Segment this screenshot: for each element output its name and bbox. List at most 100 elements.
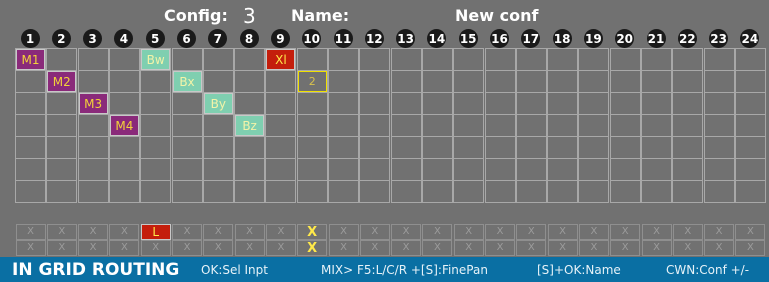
grid-cell[interactable] <box>390 136 422 159</box>
grid-cell[interactable] <box>265 180 297 203</box>
grid-cell[interactable] <box>296 136 328 159</box>
grid-cell[interactable] <box>390 92 422 115</box>
grid-cell[interactable] <box>77 158 109 181</box>
input-row-1-l-cell[interactable]: L <box>140 224 171 240</box>
input-row-2-cell[interactable]: X <box>265 240 296 256</box>
grid-cell[interactable] <box>359 136 391 159</box>
grid-cell[interactable] <box>202 70 234 93</box>
grid-cell[interactable] <box>609 92 641 115</box>
grid-cell[interactable] <box>515 180 547 203</box>
route-tag-bx[interactable]: Bx <box>172 71 202 92</box>
grid-cell[interactable] <box>547 70 579 93</box>
grid-cell[interactable] <box>515 114 547 137</box>
route-tag-m1[interactable]: M1 <box>16 49 45 70</box>
grid-cell[interactable] <box>672 158 704 181</box>
grid-cell[interactable] <box>609 136 641 159</box>
grid-cell[interactable] <box>453 48 485 71</box>
grid-cell[interactable] <box>703 114 735 137</box>
input-row-2-cell[interactable]: X <box>15 240 46 256</box>
grid-cell[interactable] <box>328 180 359 203</box>
grid-cell[interactable] <box>390 180 422 203</box>
grid-cell[interactable] <box>703 48 735 71</box>
grid-cell[interactable] <box>171 48 203 71</box>
input-row-1-cell[interactable]: X <box>15 224 46 240</box>
grid-cell[interactable] <box>359 158 391 181</box>
grid-cell[interactable] <box>296 158 328 181</box>
input-row-2-cell[interactable]: X <box>672 240 703 256</box>
grid-cell[interactable] <box>421 136 453 159</box>
grid-cell[interactable] <box>234 70 266 93</box>
route-tag-2[interactable]: 2 <box>297 71 327 92</box>
input-row-1-cell[interactable]: X <box>109 224 140 240</box>
grid-cell[interactable] <box>265 158 297 181</box>
grid-cell[interactable] <box>703 70 735 93</box>
grid-cell[interactable] <box>390 48 422 71</box>
grid-cell[interactable] <box>328 114 359 137</box>
grid-cell[interactable] <box>515 158 547 181</box>
grid-cell[interactable] <box>515 70 547 93</box>
grid-cell[interactable] <box>421 70 453 93</box>
grid-cell[interactable] <box>328 158 359 181</box>
grid-cell[interactable] <box>46 158 78 181</box>
grid-cell[interactable] <box>171 158 203 181</box>
input-row-1-cell[interactable]: X <box>422 224 453 240</box>
grid-cell[interactable] <box>609 180 641 203</box>
config-name[interactable]: New conf <box>455 8 538 24</box>
input-row-1-cell[interactable]: X <box>46 224 77 240</box>
input-row-2-cell[interactable]: X <box>547 240 578 256</box>
grid-cell[interactable] <box>641 136 672 159</box>
grid-cell[interactable] <box>672 48 704 71</box>
grid-cell[interactable] <box>547 180 579 203</box>
grid-cell[interactable] <box>390 70 422 93</box>
route-tag-xl[interactable]: Xl <box>266 49 296 70</box>
grid-cell[interactable] <box>15 70 46 93</box>
grid-cell[interactable] <box>202 136 234 159</box>
grid-cell[interactable] <box>140 180 172 203</box>
input-row-1-cell[interactable]: X <box>265 224 296 240</box>
input-row-1-cell[interactable]: X <box>547 224 578 240</box>
input-row-1-cell[interactable]: X <box>516 224 547 240</box>
grid-cell[interactable] <box>578 92 610 115</box>
grid-cell[interactable] <box>202 114 234 137</box>
grid-cell[interactable] <box>609 70 641 93</box>
grid-cell[interactable] <box>578 70 610 93</box>
grid-cell[interactable] <box>578 136 610 159</box>
grid-cell[interactable] <box>547 114 579 137</box>
grid-cell[interactable] <box>703 158 735 181</box>
input-row-2-cell[interactable]: X <box>391 240 422 256</box>
grid-cell[interactable] <box>453 70 485 93</box>
grid-cell[interactable] <box>421 48 453 71</box>
input-row-1-cell[interactable]: X <box>391 224 422 240</box>
grid-cell[interactable] <box>265 92 297 115</box>
grid-cell[interactable] <box>359 114 391 137</box>
grid-cell[interactable] <box>641 92 672 115</box>
grid-cell[interactable] <box>140 92 172 115</box>
grid-cell[interactable] <box>609 48 641 71</box>
grid-cell[interactable] <box>140 158 172 181</box>
grid-cell[interactable] <box>140 114 172 137</box>
input-row-2-cell[interactable]: X <box>485 240 515 256</box>
route-tag-by[interactable]: By <box>203 93 233 114</box>
grid-cell[interactable] <box>390 114 422 137</box>
grid-cell[interactable] <box>265 114 297 137</box>
grid-cell[interactable] <box>359 180 391 203</box>
grid-cell[interactable] <box>46 92 78 115</box>
grid-cell[interactable] <box>108 92 140 115</box>
grid-cell[interactable] <box>234 180 266 203</box>
grid-cell[interactable] <box>672 70 704 93</box>
grid-cell[interactable] <box>140 70 172 93</box>
grid-cell[interactable] <box>641 70 672 93</box>
grid-cell[interactable] <box>703 180 735 203</box>
input-row-2-cell[interactable]: X <box>704 240 735 256</box>
grid-cell[interactable] <box>484 158 516 181</box>
grid-cell[interactable] <box>108 136 140 159</box>
grid-cell[interactable] <box>484 180 516 203</box>
grid-cell[interactable] <box>328 70 359 93</box>
input-row-2-cell[interactable]: X <box>109 240 140 256</box>
input-row-2-cell[interactable]: X <box>578 240 609 256</box>
grid-cell[interactable] <box>46 136 78 159</box>
input-row-2-cell[interactable]: X <box>735 240 766 256</box>
grid-cell[interactable] <box>734 48 766 71</box>
grid-cell[interactable] <box>15 114 46 137</box>
input-row-1-cell[interactable]: X <box>78 224 109 240</box>
